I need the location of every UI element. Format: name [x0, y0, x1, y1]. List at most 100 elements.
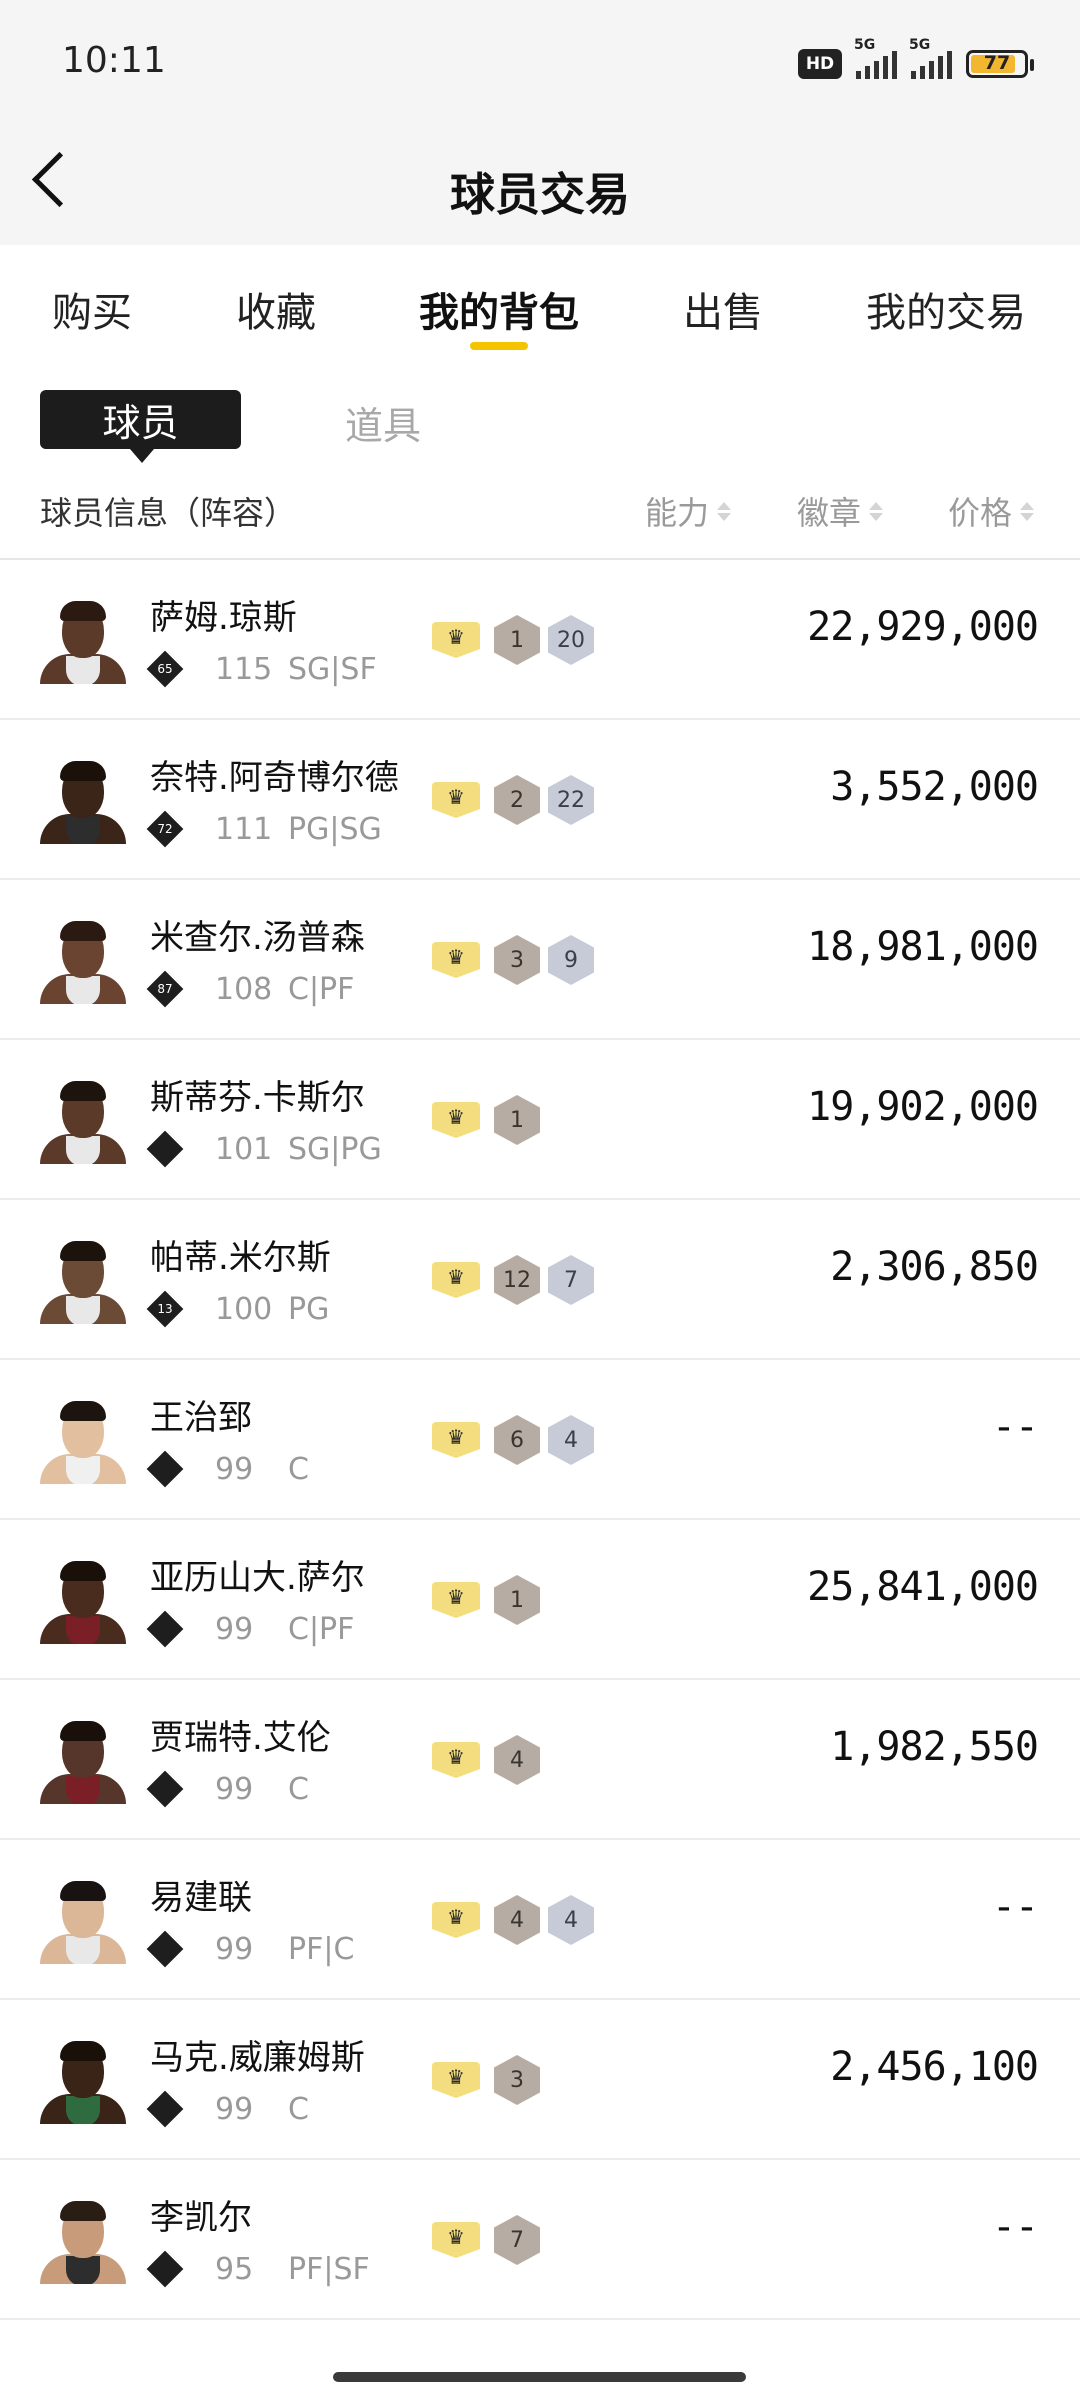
tab-my-trades[interactable]: 我的交易: [866, 280, 1026, 338]
crown-icon: ♛: [432, 2222, 480, 2258]
player-row[interactable]: 萨姆.琼斯 65 115 SG|SF ♛ 1 20 22,929,000: [0, 560, 1080, 720]
sort-icon: [717, 501, 732, 521]
rank-badge-icon: [146, 1770, 184, 1808]
tab-sell[interactable]: 出售: [683, 280, 763, 338]
player-ability: 99: [215, 1772, 254, 1807]
crown-icon: ♛: [432, 2062, 480, 2098]
crown-icon: ♛: [432, 782, 480, 818]
player-position: C|PF: [288, 972, 355, 1007]
badge-count-primary: 2: [494, 775, 540, 825]
player-ability: 95: [215, 2252, 254, 2287]
crown-icon: ♛: [432, 1422, 480, 1458]
player-position: PF|SF: [288, 2252, 370, 2287]
rank-badge-icon: [146, 1450, 184, 1488]
signal-icon-2: 5G: [909, 37, 952, 79]
player-position: C: [288, 2092, 309, 2127]
status-time: 10:11: [62, 40, 166, 81]
player-price: 22,929,000: [807, 604, 1039, 650]
player-row[interactable]: 易建联 99 PF|C ♛ 4 4 --: [0, 1840, 1080, 2000]
player-ability: 99: [215, 1452, 254, 1487]
badge-count-primary: 4: [494, 1735, 540, 1785]
home-indicator[interactable]: [333, 2372, 746, 2382]
rank-badge-icon: 87: [146, 970, 184, 1008]
active-tab-indicator: [470, 342, 528, 350]
page-title: 球员交易: [449, 168, 630, 221]
column-ability-label: 能力: [645, 494, 710, 532]
player-position: C: [288, 1452, 309, 1487]
badge-count-primary: 1: [494, 1095, 540, 1145]
player-avatar: [40, 1878, 126, 1964]
player-price: --: [991, 1404, 1039, 1450]
player-avatar: [40, 918, 126, 1004]
player-row[interactable]: 奈特.阿奇博尔德 72 111 PG|SG ♛ 2 22 3,552,000: [0, 720, 1080, 880]
hd-icon: HD: [798, 49, 842, 79]
player-name: 帕蒂.米尔斯: [150, 1238, 331, 1278]
crown-icon: ♛: [432, 622, 480, 658]
player-row[interactable]: 李凯尔 95 PF|SF ♛ 7 --: [0, 2160, 1080, 2320]
player-avatar: [40, 598, 126, 684]
player-price: 2,456,100: [830, 2044, 1039, 2090]
rank-badge-icon: 65: [146, 650, 184, 688]
player-row[interactable]: 亚历山大.萨尔 99 C|PF ♛ 1 25,841,000: [0, 1520, 1080, 1680]
player-price: 2,306,850: [830, 1244, 1039, 1290]
rank-badge-icon: 13: [146, 1290, 184, 1328]
player-avatar: [40, 1238, 126, 1324]
signal-icon-1: 5G: [854, 37, 897, 79]
segment-items[interactable]: 道具: [345, 395, 421, 450]
player-name: 斯蒂芬.卡斯尔: [150, 1078, 365, 1118]
tab-buy[interactable]: 购买: [52, 280, 132, 338]
player-ability: 108: [215, 972, 273, 1007]
segment-players[interactable]: 球员: [40, 390, 241, 463]
player-price: --: [991, 1884, 1039, 1930]
tab-favorites[interactable]: 收藏: [236, 280, 316, 338]
player-position: SG|PG: [288, 1132, 382, 1167]
badge-count-primary: 7: [494, 2215, 540, 2265]
player-row[interactable]: 米查尔.汤普森 87 108 C|PF ♛ 3 9 18,981,000: [0, 880, 1080, 1040]
player-avatar: [40, 758, 126, 844]
column-price-label: 价格: [948, 494, 1013, 532]
player-position: C|PF: [288, 1612, 355, 1647]
player-avatar: [40, 2038, 126, 2124]
badge-count-primary: 12: [494, 1255, 540, 1305]
tab-bar: 购买 收藏 我的背包 出售 我的交易: [0, 245, 1080, 365]
badge-count-secondary: 4: [548, 1415, 594, 1465]
badge-count-secondary: 9: [548, 935, 594, 985]
player-name: 李凯尔: [150, 2198, 252, 2238]
player-name: 贾瑞特.艾伦: [150, 1718, 331, 1758]
player-price: 18,981,000: [807, 924, 1039, 970]
rank-badge-icon: [146, 2250, 184, 2288]
rank-badge-icon: [146, 1610, 184, 1648]
crown-icon: ♛: [432, 1902, 480, 1938]
column-badge-label: 徽章: [797, 494, 862, 532]
sort-badge[interactable]: 徽章: [797, 488, 884, 534]
player-price: 19,902,000: [807, 1084, 1039, 1130]
player-row[interactable]: 马克.威廉姆斯 99 C ♛ 3 2,456,100: [0, 2000, 1080, 2160]
badge-count-primary: 3: [494, 935, 540, 985]
player-name: 亚历山大.萨尔: [150, 1558, 365, 1598]
player-row[interactable]: 斯蒂芬.卡斯尔 101 SG|PG ♛ 1 19,902,000: [0, 1040, 1080, 1200]
player-price: --: [991, 2204, 1039, 2250]
player-row[interactable]: 帕蒂.米尔斯 13 100 PG ♛ 12 7 2,306,850: [0, 1200, 1080, 1360]
sort-price[interactable]: 价格: [948, 488, 1035, 534]
player-position: PG|SG: [288, 812, 382, 847]
player-avatar: [40, 1718, 126, 1804]
player-position: C: [288, 1772, 309, 1807]
badge-count-primary: 3: [494, 2055, 540, 2105]
rank-badge-icon: [146, 1930, 184, 1968]
player-ability: 99: [215, 1932, 254, 1967]
player-name: 米查尔.汤普森: [150, 918, 365, 958]
player-row-partial[interactable]: [0, 2320, 1080, 2380]
sort-icon: [869, 501, 884, 521]
player-name: 萨姆.琼斯: [150, 598, 297, 638]
player-position: PF|C: [288, 1932, 355, 1967]
badge-count-primary: 1: [494, 615, 540, 665]
badge-count-secondary: 4: [548, 1895, 594, 1945]
crown-icon: ♛: [432, 1742, 480, 1778]
tab-my-bag[interactable]: 我的背包: [419, 280, 579, 338]
badge-count-secondary: 7: [548, 1255, 594, 1305]
player-row[interactable]: 王治郅 99 C ♛ 6 4 --: [0, 1360, 1080, 1520]
player-ability: 99: [215, 2092, 254, 2127]
sort-ability[interactable]: 能力: [645, 488, 732, 534]
player-row[interactable]: 贾瑞特.艾伦 99 C ♛ 4 1,982,550: [0, 1680, 1080, 1840]
player-avatar: [40, 1398, 126, 1484]
